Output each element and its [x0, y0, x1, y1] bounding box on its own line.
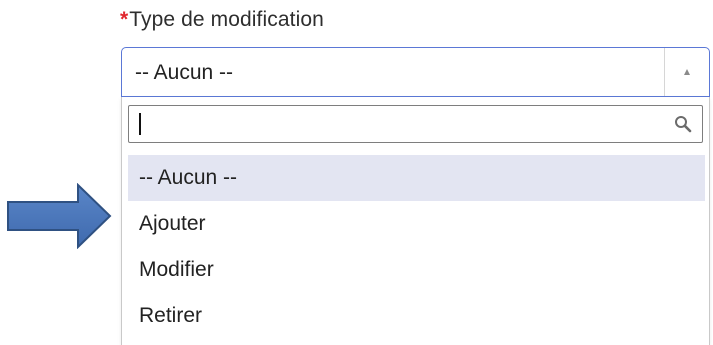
field-label: *Type de modification: [120, 6, 324, 34]
options-list: -- Aucun -- Ajouter Modifier Retirer: [128, 155, 705, 339]
required-mark: *: [120, 8, 129, 31]
search-box[interactable]: [128, 105, 703, 143]
chevron-up-icon: [684, 69, 690, 75]
text-cursor: [139, 113, 141, 135]
search-input[interactable]: [137, 109, 657, 139]
select-toggle[interactable]: [664, 48, 709, 96]
option-modifier[interactable]: Modifier: [128, 247, 705, 293]
option-ajouter[interactable]: Ajouter: [128, 201, 705, 247]
option-retirer[interactable]: Retirer: [128, 293, 705, 339]
search-icon: [675, 116, 692, 133]
dropdown-panel: -- Aucun -- Ajouter Modifier Retirer: [121, 97, 710, 345]
form-stage: *Type de modification -- Aucun -- -- Auc…: [0, 0, 713, 345]
type-select[interactable]: -- Aucun --: [121, 47, 710, 97]
annotation-arrow-icon: [7, 183, 112, 249]
option-aucun[interactable]: -- Aucun --: [128, 155, 705, 201]
select-value: -- Aucun --: [135, 61, 234, 84]
field-label-text: Type de modification: [129, 8, 324, 31]
